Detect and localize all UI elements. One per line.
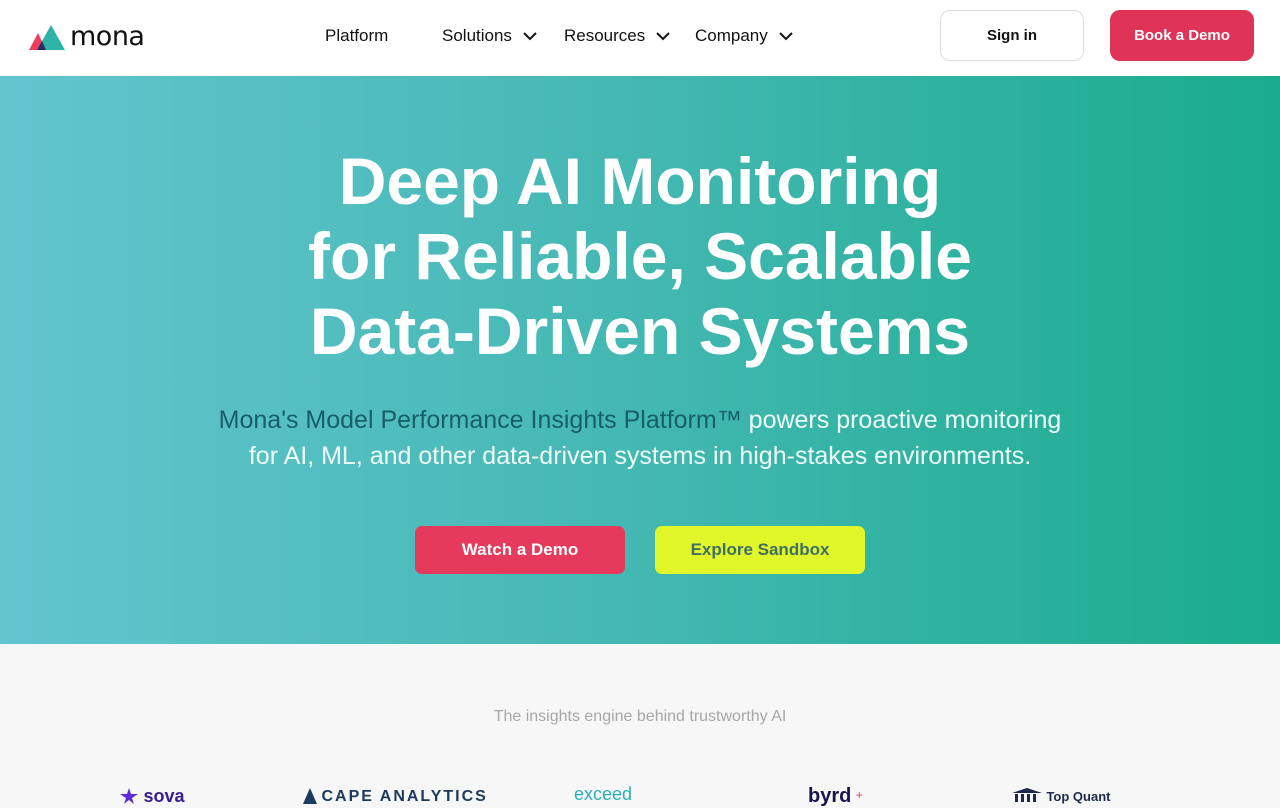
customer-logo-label: exceed — [574, 784, 633, 804]
logo-wordmark: mona — [70, 21, 145, 52]
nav-company[interactable]: Company — [695, 24, 794, 48]
hero-title-line: for Reliable, Scalable — [308, 219, 972, 293]
customer-logo-label: Top Quant — [1046, 789, 1111, 804]
watch-demo-button[interactable]: Watch a Demo — [415, 526, 625, 574]
hero-section: Deep AI Monitoring for Reliable, Scalabl… — [0, 76, 1280, 644]
hero-title-line: Data-Driven Systems — [309, 294, 971, 368]
customer-logo-label: byrd — [808, 785, 852, 807]
customer-logo-label: sova — [143, 786, 185, 806]
sova-star-icon — [120, 788, 138, 804]
mona-logo-mark-icon — [29, 25, 65, 50]
hero-subtitle: Mona's Model Performance Insights Platfo… — [160, 402, 1120, 474]
trust-section: The insights engine behind trustworthy A… — [0, 644, 1280, 806]
customer-logo-top-quant: Top Quant — [1012, 788, 1110, 808]
hero-title-line: Deep AI Monitoring — [338, 144, 942, 218]
trust-tagline: The insights engine behind trustworthy A… — [493, 708, 787, 725]
sign-in-button[interactable]: Sign in — [940, 10, 1084, 61]
nav-solutions[interactable]: Solutions — [442, 24, 538, 48]
hero-subtitle-text: powers proactive monitoring — [741, 406, 1062, 434]
hero-title: Deep AI Monitoring for Reliable, Scalabl… — [0, 144, 1280, 369]
hero-subtitle-product: Mona's Model Performance Insights Platfo… — [218, 406, 742, 434]
hero-subtitle-text: for AI, ML, and other data-driven system… — [248, 442, 1032, 470]
cape-mountain-icon — [303, 788, 317, 804]
chevron-down-icon — [656, 32, 670, 41]
nav-platform[interactable]: Platform — [325, 24, 388, 48]
nav-resources-label: Resources — [564, 26, 646, 45]
nav-solutions-label: Solutions — [442, 26, 512, 45]
site-header: mona Platform Solutions Resources Compan… — [0, 0, 1280, 76]
customer-logo-sova: sova — [119, 786, 185, 808]
customer-logo-cape-analytics: CAPE ANALYTICS — [303, 788, 488, 808]
customer-logo-byrd: byrd + — [808, 785, 863, 808]
customer-logo-label: CAPE ANALYTICS — [321, 788, 488, 805]
chevron-down-icon — [523, 32, 537, 41]
book-demo-button[interactable]: Book a Demo — [1110, 10, 1254, 61]
explore-sandbox-button[interactable]: Explore Sandbox — [655, 526, 865, 574]
mona-logo[interactable]: mona — [29, 20, 145, 52]
nav-resources[interactable]: Resources — [564, 24, 671, 48]
chevron-down-icon — [779, 32, 793, 41]
customer-logo-exceed: exceed — [574, 784, 633, 806]
nav-company-label: Company — [695, 26, 768, 45]
nav-platform-label: Platform — [325, 26, 389, 45]
